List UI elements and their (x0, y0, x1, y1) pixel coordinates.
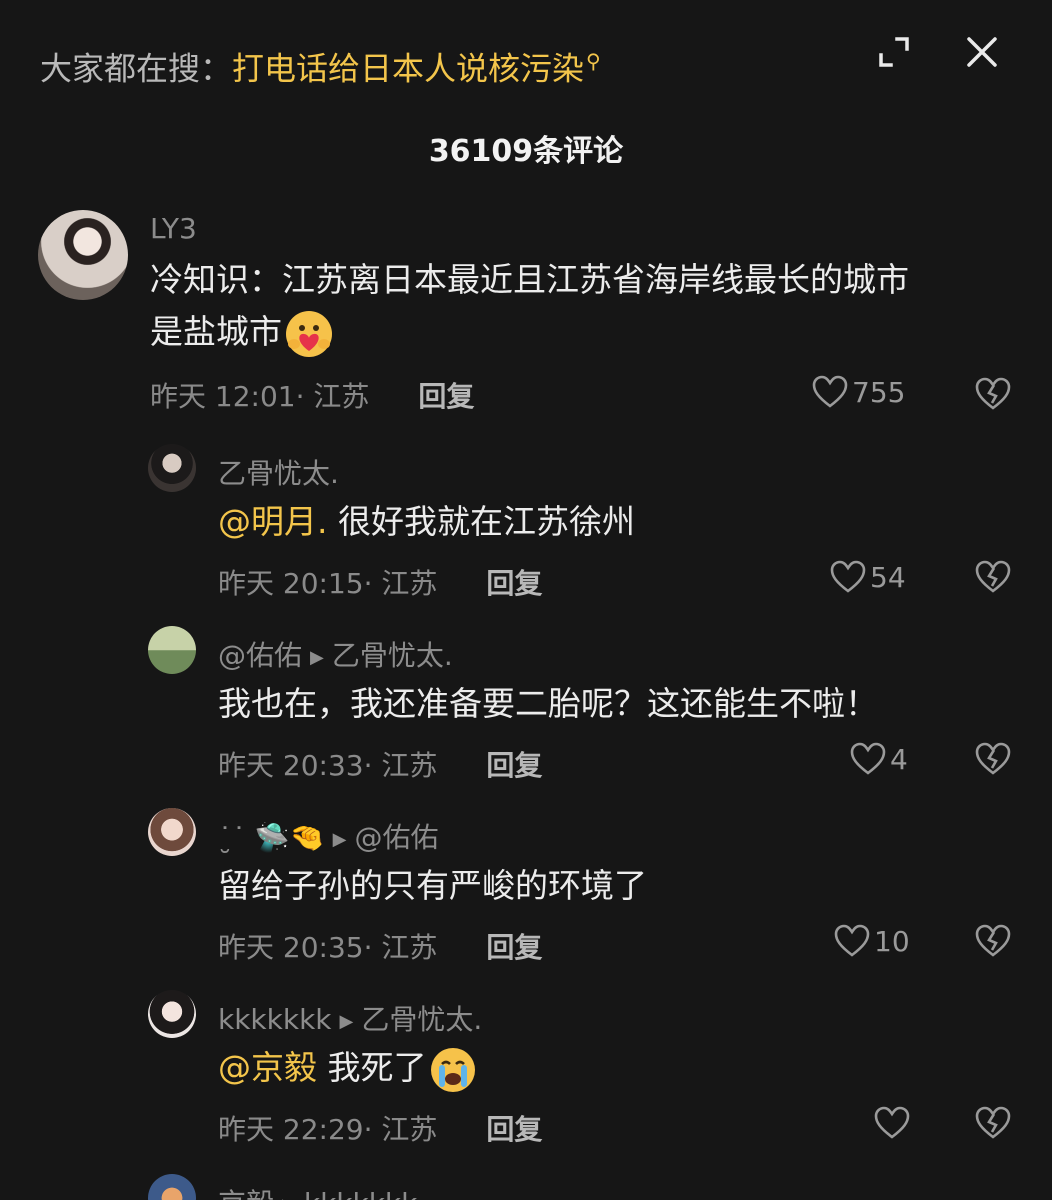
reply-to-username[interactable]: @佑佑 (354, 821, 438, 854)
like-button[interactable] (874, 1106, 914, 1140)
username-line: ˙̮˙ 🛸🤏 ▶ @佑佑 (218, 816, 439, 856)
expand-icon[interactable] (872, 30, 916, 74)
comment-text-line: 冷知识：江苏离日本最近且江苏省海岸线最长的城市 (150, 260, 909, 299)
comment-location: · 江苏 (363, 1113, 438, 1146)
reply-arrow-icon: ▶ (282, 1195, 296, 1200)
like-button[interactable]: 54 (830, 560, 906, 594)
username[interactable]: 京毅 (218, 1187, 274, 1200)
reply-to-username[interactable]: 乙骨忧太. (361, 1003, 482, 1036)
like-count: 755 (852, 375, 906, 409)
avatar[interactable] (148, 626, 196, 674)
username[interactable]: @佑佑 (218, 639, 302, 672)
comment-time: 昨天 20:35 (218, 931, 364, 964)
username[interactable]: kkkkkkk (218, 1003, 332, 1036)
comment-meta: 昨天 12:01· 江苏 回复 (150, 375, 474, 415)
reply-button[interactable]: 回复 (486, 1113, 542, 1146)
like-button[interactable]: 10 (834, 924, 910, 958)
heart-icon (812, 375, 848, 408)
avatar[interactable] (38, 210, 128, 300)
comment-text: 留给子孙的只有严峻的环境了 (218, 866, 647, 905)
like-count: 54 (870, 560, 906, 594)
comment-meta: 昨天 22:29· 江苏 回复 (218, 1108, 542, 1148)
reply-arrow-icon: ▶ (332, 829, 347, 850)
username[interactable]: ˙̮˙ 🛸🤏 (218, 821, 325, 854)
avatar[interactable] (148, 444, 196, 492)
username-line: kkkkkkk ▶ 乙骨忧太. (218, 998, 482, 1038)
close-icon[interactable] (960, 30, 1004, 74)
mention-link[interactable]: @京毅 (218, 1048, 317, 1087)
like-count: 4 (890, 742, 908, 776)
mention-link[interactable]: @明月. (218, 502, 328, 541)
comment-text: @明月. 很好我就在江苏徐州 (218, 496, 635, 548)
dislike-icon[interactable] (975, 1106, 1011, 1144)
reply-to-username[interactable]: kkkkkkk (304, 1187, 418, 1200)
comment-text: @京毅 我死了 (218, 1042, 475, 1094)
like-button[interactable]: 4 (850, 742, 908, 776)
heart-icon (850, 742, 886, 775)
username[interactable]: LY3 (150, 212, 197, 245)
comment-text-body: 很好我就在江苏徐州 (338, 502, 635, 541)
comment-text-line: 是盐城市 (150, 306, 909, 358)
dislike-icon[interactable] (975, 377, 1011, 415)
comment-text-body: 我死了 (327, 1048, 427, 1087)
comment-count: 36109条评论 (428, 134, 624, 169)
comment-time: 昨天 20:33 (218, 749, 364, 782)
dislike-icon[interactable] (975, 560, 1011, 598)
reply-button[interactable]: 回复 (418, 380, 474, 413)
reply-item: @佑佑 ▶ 乙骨忧太. 我也在，我还准备要二胎呢？这还能生不啦！ 昨天 20:33·… (0, 622, 1052, 792)
reply-item: 京毅 ▶ kkkkkkk (0, 1170, 1052, 1200)
comment-meta: 昨天 20:15· 江苏 回复 (218, 562, 542, 602)
reply-item: kkkkkkk ▶ 乙骨忧太. @京毅 我死了 昨天 22:29· 江苏 回复 (0, 986, 1052, 1156)
username[interactable]: 乙骨忧太. (218, 452, 339, 492)
like-button[interactable]: 755 (812, 375, 905, 409)
username-line: @佑佑 ▶ 乙骨忧太. (218, 634, 453, 674)
reply-button[interactable]: 回复 (486, 931, 542, 964)
comment-time: 昨天 22:29 (218, 1113, 364, 1146)
heart-icon (830, 560, 866, 593)
comment-text: 冷知识：江苏离日本最近且江苏省海岸线最长的城市 是盐城市 (150, 254, 909, 358)
avatar[interactable] (148, 1174, 196, 1200)
reply-item: 乙骨忧太. @明月. 很好我就在江苏徐州 昨天 20:15· 江苏 回复 54 (0, 440, 1052, 610)
top-bar: 大家都在搜：打电话给日本人说核污染 ⚲ (0, 0, 1052, 120)
comment-location: · 江苏 (363, 749, 438, 782)
comment-location: · 江苏 (363, 931, 438, 964)
reply-arrow-icon: ▶ (339, 1011, 354, 1032)
heart-icon (874, 1106, 910, 1139)
search-term-link[interactable]: 打电话给日本人说核污染 (232, 50, 584, 88)
avatar[interactable] (148, 990, 196, 1038)
crying-emoji (430, 1047, 475, 1092)
username-line: 京毅 ▶ kkkkkkk (218, 1182, 417, 1200)
comment-meta: 昨天 20:33· 江苏 回复 (218, 744, 542, 784)
reply-button[interactable]: 回复 (486, 749, 542, 782)
comment-time: 昨天 20:15 (218, 567, 364, 600)
comment-location: · 江苏 (295, 380, 370, 413)
search-prefix: 大家都在搜： (40, 49, 233, 88)
comment-text-line-end: 是盐城市 (150, 312, 282, 351)
heart-hug-emoji (286, 310, 332, 357)
search-icon: ⚲ (586, 49, 601, 73)
comment-text: 我也在，我还准备要二胎呢？这还能生不啦！ (218, 684, 878, 723)
search-suggestion[interactable]: 大家都在搜：打电话给日本人说核污染 ⚲ (40, 36, 601, 94)
like-count: 10 (874, 924, 910, 958)
reply-item: ˙̮˙ 🛸🤏 ▶ @佑佑 留给子孙的只有严峻的环境了 昨天 20:35· 江苏 回复… (0, 804, 1052, 974)
heart-icon (834, 924, 870, 957)
avatar[interactable] (148, 808, 196, 856)
reply-to-username[interactable]: 乙骨忧太. (332, 639, 453, 672)
comment-item: LY3 冷知识：江苏离日本最近且江苏省海岸线最长的城市 是盐城市 昨天 12:0… (0, 200, 1052, 430)
reply-button[interactable]: 回复 (486, 567, 542, 600)
dislike-icon[interactable] (975, 742, 1011, 780)
dislike-icon[interactable] (975, 924, 1011, 962)
comment-time: 昨天 12:01 (150, 380, 296, 413)
comment-meta: 昨天 20:35· 江苏 回复 (218, 926, 542, 966)
comment-location: · 江苏 (363, 567, 438, 600)
reply-arrow-icon: ▶ (310, 647, 324, 668)
